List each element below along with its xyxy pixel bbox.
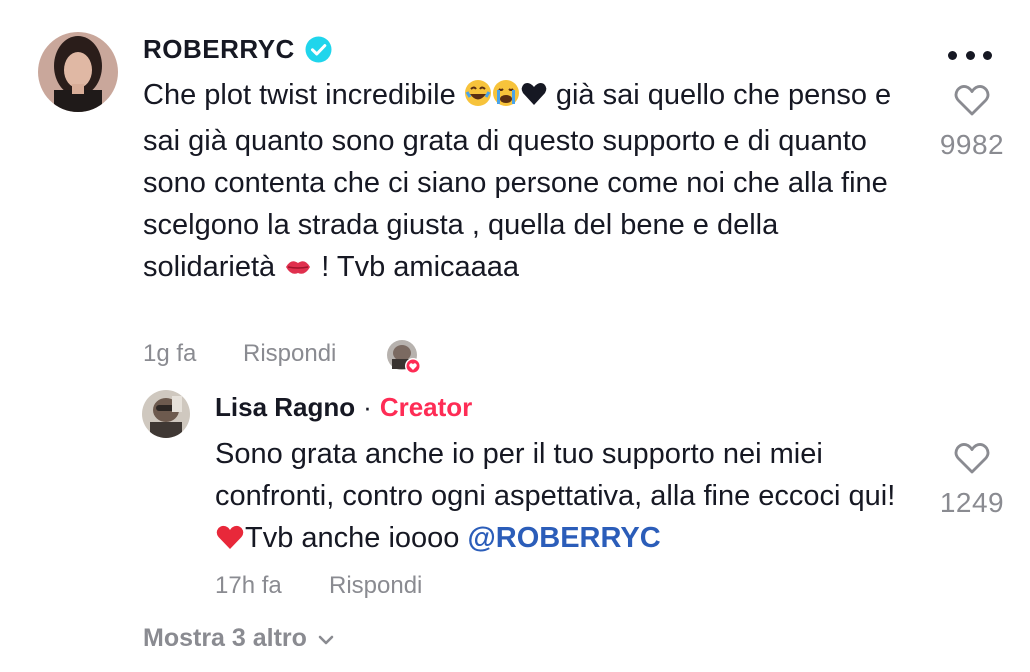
separator-dot: · (363, 392, 372, 422)
more-dots-icon[interactable] (948, 40, 992, 70)
creator-badge: Creator (379, 392, 473, 422)
chevron-down-icon (307, 624, 335, 653)
comment-text: Che plot twist incredibile già sai quell… (143, 74, 913, 292)
mention-link[interactable]: @ROBERRYC (467, 522, 660, 554)
reply-button[interactable]: Rispondi (243, 340, 336, 368)
heart-outline-icon[interactable] (953, 82, 991, 123)
show-more-replies-button[interactable]: Mostra 3 altro (143, 624, 335, 653)
kiss-mark-emoji (283, 250, 313, 292)
avatar-roberryc[interactable] (38, 32, 118, 112)
reply-like-count: 1249 (939, 487, 1005, 518)
show-more-label: Mostra 3 altro (143, 624, 307, 652)
reply-header: Lisa Ragno · Creator (215, 392, 472, 423)
comment-meta: 1g fa Rispondi (143, 340, 336, 368)
red-heart-emoji (215, 521, 245, 563)
laughing-crying-heart-emoji (464, 78, 548, 120)
comment-like-count: 9982 (939, 129, 1005, 160)
reply-text: Sono grata anche io per il tuo supporto … (215, 433, 925, 563)
avatar-lisa-ragno[interactable] (142, 390, 190, 438)
reply-username[interactable]: Lisa Ragno (215, 392, 355, 423)
comment-username[interactable]: ROBERRYC (143, 34, 295, 65)
reply-time: 17h fa (215, 572, 282, 599)
verified-badge-icon (305, 36, 332, 63)
comment-header: ROBERRYC (143, 34, 332, 65)
reply-meta: 17h fa Rispondi (215, 572, 422, 600)
reply-reply-button[interactable]: Rispondi (329, 572, 422, 600)
comment-time: 1g fa (143, 340, 197, 367)
reply-like[interactable]: 1249 (930, 440, 1014, 519)
comment-like[interactable]: 9982 (930, 82, 1014, 161)
creator-liked-avatar (386, 339, 422, 377)
heart-outline-icon[interactable] (953, 440, 991, 481)
